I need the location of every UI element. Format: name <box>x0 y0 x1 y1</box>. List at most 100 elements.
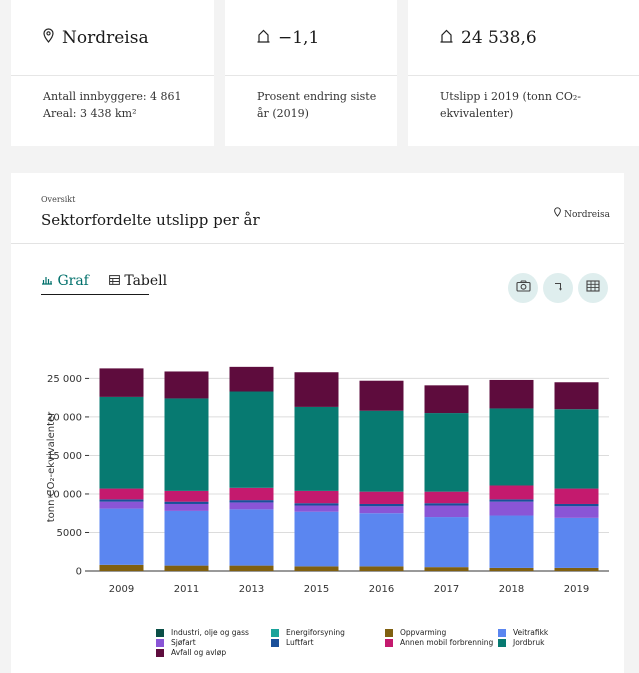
legend-item[interactable]: Annen mobil forbrenning <box>385 638 493 647</box>
emissions-caption-line-1: Utslipp i 2019 (tonn CO₂- <box>440 90 582 103</box>
legend-swatch <box>498 628 506 637</box>
legend-label: Annen mobil forbrenning <box>400 638 494 647</box>
bar-segment <box>99 508 144 565</box>
legend-label: Avfall og avløp <box>171 648 227 657</box>
bar-segment <box>489 501 534 516</box>
bar-segment <box>99 501 144 509</box>
population-text: Antall innbyggere: 4 861 <box>43 90 182 103</box>
bar-segment <box>359 566 404 571</box>
bar-segment <box>164 398 209 491</box>
bar-segment <box>164 503 209 511</box>
stat-header: Nordreisa <box>11 0 214 76</box>
bar-segment <box>424 503 469 506</box>
bar-segment <box>424 491 469 504</box>
legend-swatch <box>498 638 506 647</box>
x-tick-label: 2018 <box>499 584 524 595</box>
bar-segment <box>424 567 469 571</box>
bar-segment <box>229 502 274 510</box>
bar-segment <box>164 490 209 502</box>
legend-label: Luftfart <box>286 638 314 647</box>
legend-label: Oppvarming <box>400 628 447 637</box>
x-tick-label: 2017 <box>434 584 459 595</box>
bar-segment <box>99 396 144 489</box>
legend-label: Veitrafikk <box>513 628 549 637</box>
bar-segment <box>554 517 599 568</box>
legend-swatch <box>156 628 164 637</box>
stat-body: Antall innbyggere: 4 861 Areal: 3 438 km… <box>43 88 198 122</box>
x-tick-label: 2019 <box>564 584 589 595</box>
legend-swatch <box>156 638 164 647</box>
y-tick-label: 0 <box>76 567 82 578</box>
bar-segment <box>164 565 209 571</box>
legend-item[interactable]: Luftfart <box>271 638 314 647</box>
x-tick-label: 2011 <box>174 584 199 595</box>
bar-segment <box>489 567 534 571</box>
bar-segment <box>489 379 534 409</box>
legend-swatch <box>271 638 279 647</box>
bar-segment <box>359 380 404 411</box>
legend-label: Jordbruk <box>513 638 545 647</box>
bar-segment <box>424 413 469 492</box>
x-tick-label: 2016 <box>369 584 394 595</box>
bar-segment <box>294 490 339 504</box>
legend-swatch <box>271 628 279 637</box>
stat-card-municipality: Nordreisa Antall innbyggere: 4 861 Areal… <box>11 0 214 146</box>
bar-segment <box>424 505 469 518</box>
bar-segment <box>99 499 144 502</box>
bar-segment <box>424 517 469 568</box>
legend-item[interactable]: Industri, olje og gass <box>156 628 249 637</box>
bar-segment <box>489 515 534 568</box>
x-tick-label: 2013 <box>239 584 264 595</box>
bar-segment <box>229 500 274 503</box>
bar-segment <box>554 382 599 410</box>
legend-label: Energiforsyning <box>286 628 345 637</box>
y-tick-label: 5000 <box>57 528 82 539</box>
bar-segment <box>489 499 534 502</box>
stat-body: Prosent endring siste år (2019) <box>257 88 381 122</box>
x-tick-label: 2015 <box>304 584 329 595</box>
house-icon <box>257 29 270 47</box>
legend-item[interactable]: Energiforsyning <box>271 628 345 637</box>
legend-swatch <box>385 628 393 637</box>
sector-emissions-card: Oversikt Sektorfordelte utslipp per år N… <box>11 173 624 673</box>
location-pin-icon <box>43 28 54 47</box>
bar-segment <box>554 409 599 489</box>
change-value: −1,1 <box>278 27 320 48</box>
stat-header: −1,1 <box>225 0 397 76</box>
bar-segment <box>359 513 404 567</box>
x-tick-label: 2009 <box>109 584 134 595</box>
legend-label: Sjøfart <box>171 638 196 647</box>
change-caption: Prosent endring siste år (2019) <box>257 90 377 120</box>
legend-item[interactable]: Sjøfart <box>156 638 196 647</box>
legend-swatch <box>156 648 164 657</box>
bar-segment <box>99 564 144 571</box>
stat-body: Utslipp i 2019 (tonn CO₂- ekvivalenter) <box>440 88 623 122</box>
bar-segment <box>359 503 404 507</box>
legend-item[interactable]: Jordbruk <box>498 638 544 647</box>
bar-segment <box>294 566 339 571</box>
bar-segment <box>99 368 144 397</box>
bar-segment <box>229 391 274 488</box>
y-tick-label: 25 000 <box>47 374 82 385</box>
bar-segment <box>359 506 404 514</box>
stat-card-emissions: 24 538,6 Utslipp i 2019 (tonn CO₂- ekviv… <box>408 0 639 146</box>
bar-segment <box>554 506 599 518</box>
y-axis-label: tonn CO₂-ekvivalenter <box>46 411 57 522</box>
legend-item[interactable]: Veitrafikk <box>498 628 548 637</box>
legend-item[interactable]: Avfall og avløp <box>156 648 226 657</box>
bar-segment <box>99 488 144 500</box>
legend-item[interactable]: Oppvarming <box>385 628 446 637</box>
legend-label: Industri, olje og gass <box>171 628 249 637</box>
bar-segment <box>229 509 274 566</box>
bar-segment <box>554 503 599 507</box>
legend-swatch <box>385 638 393 647</box>
bar-segment <box>164 510 209 566</box>
bar-segment <box>359 410 404 492</box>
bar-segment <box>554 488 599 504</box>
bar-segment <box>294 372 339 407</box>
bar-segment <box>424 385 469 414</box>
stat-header: 24 538,6 <box>408 0 639 76</box>
emissions-value: 24 538,6 <box>461 27 537 48</box>
bar-segment <box>164 371 209 399</box>
bar-segment <box>229 366 274 392</box>
